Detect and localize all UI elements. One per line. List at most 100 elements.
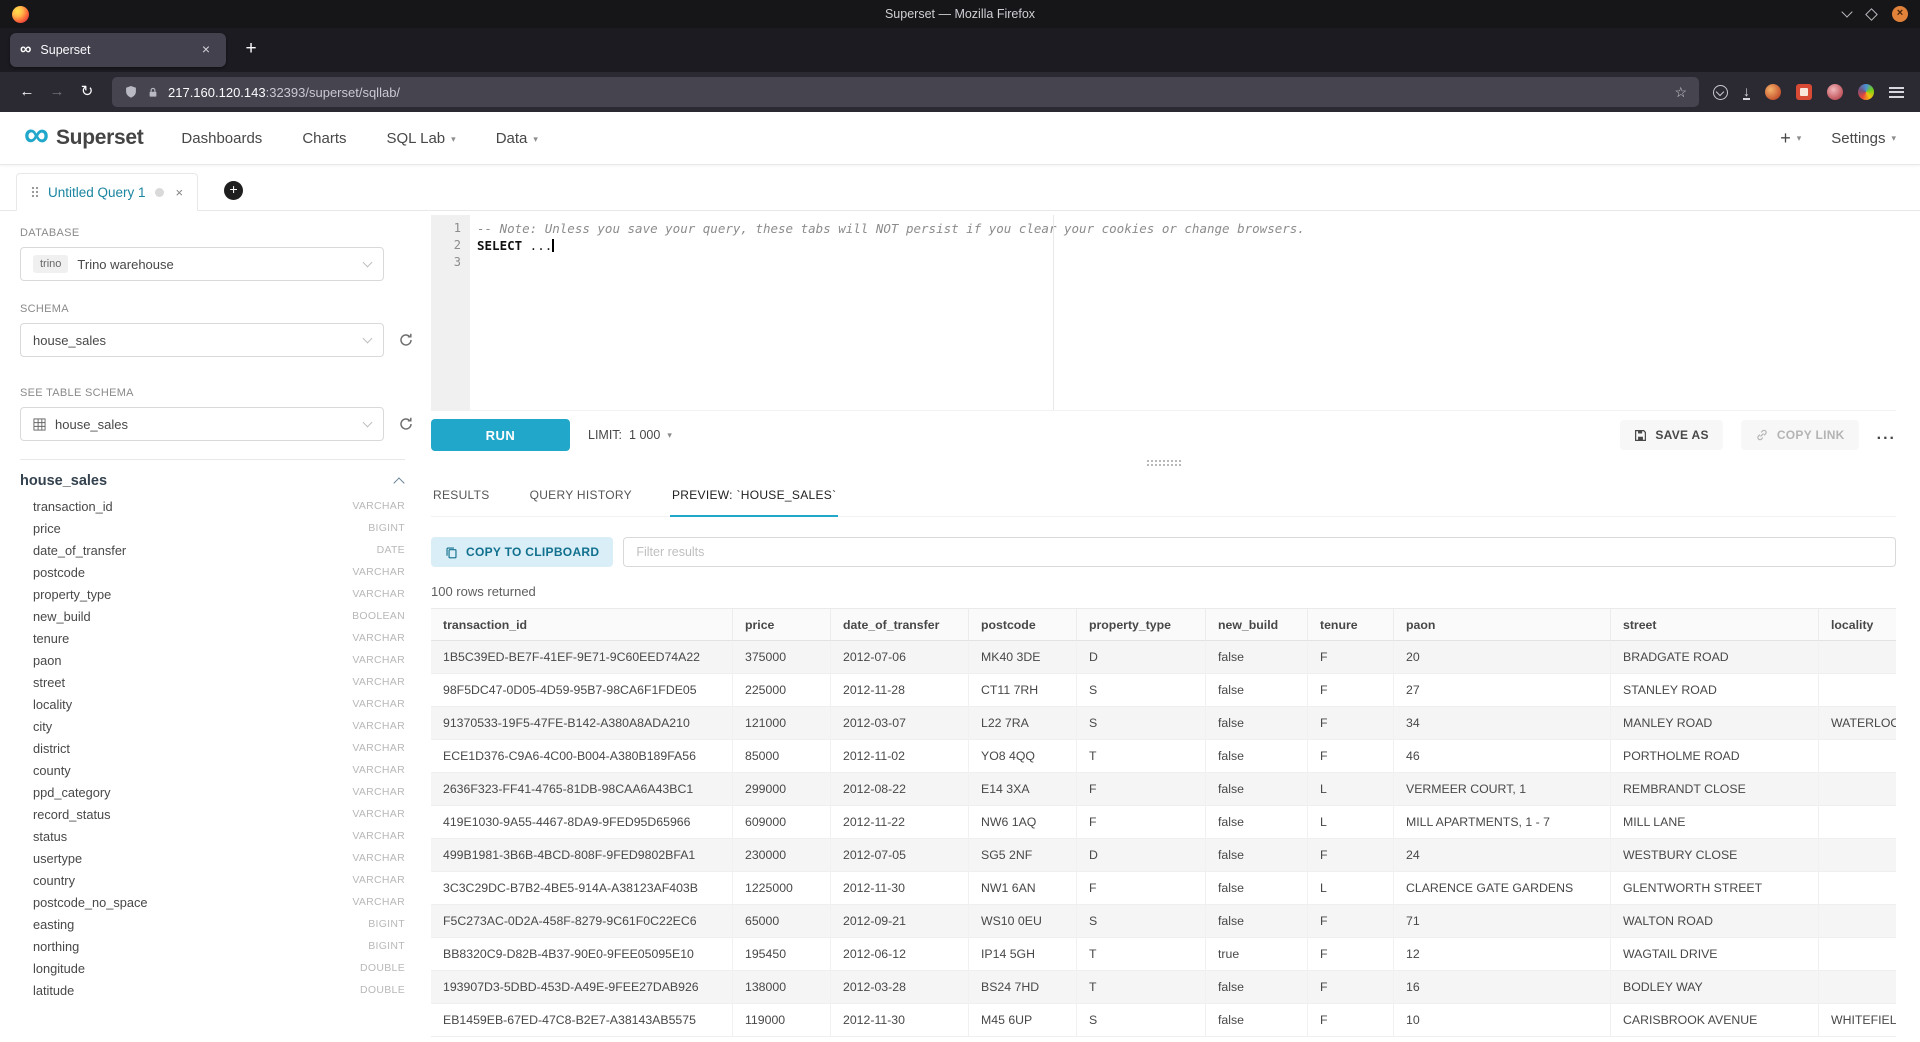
column-type: DATE (377, 544, 405, 556)
run-button[interactable]: RUN (431, 419, 570, 451)
sql-editor[interactable]: 123 -- Note: Unless you save your query,… (431, 215, 1896, 411)
results-tab[interactable]: PREVIEW: `HOUSE_SALES` (670, 475, 838, 517)
refresh-schema-icon[interactable] (398, 332, 414, 348)
extension-icon-2[interactable] (1796, 84, 1812, 100)
column-header[interactable]: date_of_transfer (831, 608, 969, 641)
refresh-table-icon[interactable] (398, 416, 414, 432)
extension-icon-4[interactable] (1858, 84, 1874, 100)
url-path: :32393/superset/sqllab/ (266, 85, 400, 100)
pocket-icon[interactable] (1713, 85, 1728, 100)
column-header[interactable]: price (733, 608, 831, 641)
cell-paon: 34 (1394, 707, 1611, 740)
query-tab-active[interactable]: Untitled Query 1 × (16, 173, 198, 211)
cell-new-build: false (1206, 839, 1308, 872)
print-margin-line (1053, 215, 1054, 410)
window-minimize-icon[interactable] (1841, 6, 1852, 17)
column-type: VARCHAR (352, 588, 405, 600)
copy-to-clipboard-button[interactable]: COPY TO CLIPBOARD (431, 537, 613, 567)
drag-handle-icon[interactable] (31, 186, 39, 198)
forward-icon[interactable]: → (42, 77, 72, 107)
cell-new-build: false (1206, 905, 1308, 938)
cell-new-build: false (1206, 773, 1308, 806)
tracking-shield-icon[interactable] (124, 85, 138, 99)
table-column-row: postcode_no_space VARCHAR (20, 891, 421, 913)
table-column-row: transaction_id VARCHAR (20, 495, 421, 517)
table-row: 193907D3-5DBD-453D-A49E-9FEE27DAB926 138… (431, 971, 1896, 1004)
column-header[interactable]: transaction_id (431, 608, 733, 641)
back-icon[interactable]: ← (12, 77, 42, 107)
more-actions-button[interactable]: ... (1877, 426, 1896, 444)
bookmark-star-icon[interactable]: ☆ (1674, 84, 1687, 101)
main-nav: Dashboards ▾ Charts ▾ SQL Lab ▾ Data ▾ (181, 130, 537, 147)
cell-postcode: NW6 1AQ (969, 806, 1077, 839)
browser-tab-superset[interactable]: ∞ Superset × (10, 33, 226, 67)
browser-toolbar: ← → ↻ 217.160.120.143:32393/superset/sql… (0, 72, 1920, 112)
chevron-down-icon: ▾ (533, 134, 538, 145)
reload-icon[interactable]: ↻ (72, 77, 102, 107)
nav-item[interactable]: SQL Lab ▾ (387, 130, 456, 147)
column-type: VARCHAR (352, 720, 405, 732)
cell-postcode: M45 6UP (969, 1004, 1077, 1037)
column-header[interactable]: tenure (1308, 608, 1394, 641)
column-header[interactable]: postcode (969, 608, 1077, 641)
settings-label: Settings (1831, 130, 1885, 147)
download-icon[interactable]: ↓ (1743, 84, 1750, 100)
window-close-icon[interactable]: × (1892, 6, 1908, 22)
column-header[interactable]: paon (1394, 608, 1611, 641)
column-header[interactable]: street (1611, 608, 1819, 641)
add-query-tab-button[interactable]: + (224, 181, 243, 200)
lock-icon[interactable] (147, 86, 159, 99)
sql-workspace: 123 -- Note: Unless you save your query,… (421, 211, 1920, 1042)
menu-icon[interactable] (1889, 87, 1904, 98)
superset-brand[interactable]: ∞ Superset (24, 126, 143, 150)
extension-icon-3[interactable] (1827, 84, 1843, 100)
nav-item[interactable]: Charts ▾ (302, 130, 346, 147)
filter-results-input[interactable] (623, 537, 1896, 567)
cell-locality (1819, 674, 1896, 707)
add-new-button[interactable]: + ▾ (1780, 128, 1801, 149)
tab-close-icon[interactable]: × (196, 40, 216, 60)
cell-new-build: false (1206, 1004, 1308, 1037)
column-name: ppd_category (33, 785, 111, 800)
save-as-button[interactable]: SAVE AS (1620, 420, 1722, 450)
schema-select[interactable]: house_sales (20, 323, 384, 357)
column-name: new_build (33, 609, 91, 624)
column-header[interactable]: property_type (1077, 608, 1206, 641)
cell-street: CARISBROOK AVENUE (1611, 1004, 1819, 1037)
table-select[interactable]: house_sales (20, 407, 384, 441)
nav-item[interactable]: Data ▾ (496, 130, 538, 147)
collapse-chevron-up-icon[interactable] (393, 477, 404, 488)
query-tab-close-icon[interactable]: × (176, 185, 184, 200)
table-column-row: northing BIGINT (20, 935, 421, 957)
settings-menu[interactable]: Settings ▾ (1831, 130, 1896, 147)
results-tab[interactable]: RESULTS (431, 475, 492, 517)
new-tab-button[interactable]: + (236, 35, 266, 65)
window-maximize-icon[interactable] (1865, 8, 1878, 21)
cell-postcode: BS24 7HD (969, 971, 1077, 1004)
column-name: record_status (33, 807, 111, 822)
cell-paon: 46 (1394, 740, 1611, 773)
nav-item[interactable]: Dashboards ▾ (181, 130, 262, 147)
cell-street: WALTON ROAD (1611, 905, 1819, 938)
results-table: transaction_idpricedate_of_transferpostc… (431, 608, 1896, 1037)
column-header[interactable]: new_build (1206, 608, 1308, 641)
editor-code-area[interactable]: -- Note: Unless you save your query, the… (470, 215, 1896, 410)
save-as-label: SAVE AS (1655, 428, 1708, 442)
extension-icon-1[interactable] (1765, 84, 1781, 100)
pane-resize-handle[interactable] (431, 451, 1896, 475)
table-column-row: status VARCHAR (20, 825, 421, 847)
query-tab-status-dot (155, 188, 164, 197)
cell-transaction-id: 98F5DC47-0D05-4D59-95B7-98CA6F1FDE05 (431, 674, 733, 707)
url-bar[interactable]: 217.160.120.143:32393/superset/sqllab/ ☆ (112, 77, 1699, 107)
copy-link-button[interactable]: COPY LINK (1741, 420, 1859, 450)
column-name: easting (33, 917, 74, 932)
column-name: postcode_no_space (33, 895, 148, 910)
url-text[interactable]: 217.160.120.143:32393/superset/sqllab/ (168, 85, 1665, 100)
cell-transaction-id: EB1459EB-67ED-47C8-B2E7-A38143AB5575 (431, 1004, 733, 1037)
column-type: VARCHAR (352, 852, 405, 864)
database-select[interactable]: trino Trino warehouse (20, 247, 384, 281)
cell-postcode: MK40 3DE (969, 641, 1077, 674)
column-header[interactable]: locality (1819, 608, 1896, 641)
results-tab[interactable]: QUERY HISTORY (528, 475, 634, 517)
limit-dropdown[interactable]: LIMIT: 1 000 ▾ (588, 428, 672, 442)
